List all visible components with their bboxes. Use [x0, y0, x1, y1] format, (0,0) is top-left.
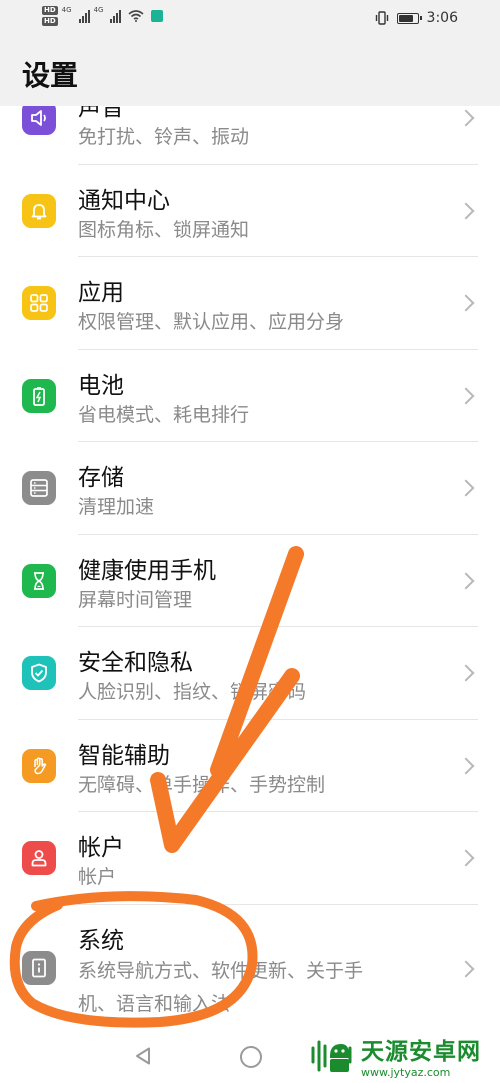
android-logo-icon — [311, 1040, 352, 1072]
speaker-icon — [22, 101, 56, 135]
settings-item-subtitle: 屏幕时间管理 — [78, 588, 193, 611]
storage-icon — [22, 471, 56, 505]
chevron-right-icon — [457, 387, 475, 404]
home-button[interactable] — [240, 1046, 262, 1068]
settings-item-storage[interactable]: 存储 清理加速 — [0, 442, 500, 535]
settings-item-title: 电池 — [78, 372, 124, 399]
shield-icon — [22, 656, 56, 690]
signal-icon — [110, 9, 122, 23]
chevron-right-icon — [457, 664, 475, 682]
notification-app-icon — [151, 10, 164, 22]
hd-badge: HD — [42, 17, 58, 26]
settings-item-title: 安全和隐私 — [78, 650, 193, 676]
status-bar: HD HD 4G 4G 3:06 — [0, 0, 500, 40]
battery-icon — [22, 378, 56, 413]
settings-header: 设置 — [0, 40, 500, 106]
chevron-right-icon — [457, 572, 475, 589]
settings-list[interactable]: 声音 免打扰、铃声、振动 通知中心 图标角标、锁屏通知 应用 权限管理、默认应用… — [0, 72, 500, 1025]
settings-item-title: 智能辅助 — [78, 742, 170, 769]
bell-icon — [22, 193, 56, 228]
settings-item-subtitle: 帐户 — [78, 866, 117, 888]
settings-item-subtitle: 省电模式、耗电排行 — [78, 403, 250, 426]
hd-badge: HD — [42, 6, 58, 15]
settings-item-subtitle: 清理加速 — [78, 496, 155, 518]
back-button[interactable] — [133, 1046, 153, 1066]
network-type-label: 4G — [93, 6, 104, 14]
settings-item-title: 帐户 — [78, 835, 124, 861]
signal-icon — [78, 9, 90, 23]
battery-status-icon — [396, 12, 422, 24]
settings-item-title: 通知中心 — [78, 187, 170, 214]
settings-item-subtitle-line2: 机、语言和输入法 — [78, 992, 231, 1015]
chevron-right-icon — [457, 202, 475, 219]
settings-item-subtitle: 系统导航方式、软件更新、关于手 — [78, 959, 364, 982]
chevron-right-icon — [457, 294, 475, 312]
settings-item-system[interactable]: 系统 系统导航方式、软件更新、关于手 机、语言和输入法 — [0, 905, 500, 1025]
settings-item-subtitle: 图标角标、锁屏通知 — [78, 218, 250, 241]
system-info-icon — [22, 950, 56, 985]
settings-item-subtitle: 免打扰、铃声、振动 — [78, 126, 250, 148]
chevron-right-icon — [457, 960, 475, 977]
settings-item-title: 系统 — [78, 927, 124, 954]
status-bar-left: HD HD 4G 4G — [42, 6, 164, 26]
page-title: 设置 — [22, 59, 79, 92]
chevron-right-icon — [457, 849, 475, 867]
settings-item-accounts[interactable]: 帐户 帐户 — [0, 812, 500, 905]
watermark-url: www.jytyaz.com — [361, 1066, 451, 1079]
account-icon — [22, 841, 56, 875]
settings-item-apps[interactable]: 应用 权限管理、默认应用、应用分身 — [0, 257, 500, 350]
chevron-right-icon — [457, 109, 475, 127]
settings-item-accessibility[interactable]: 智能辅助 无障碍、单手操作、手势控制 — [0, 720, 500, 812]
hand-icon — [22, 748, 56, 783]
hourglass-icon — [22, 563, 56, 598]
chevron-right-icon — [457, 479, 475, 497]
settings-item-title: 存储 — [78, 465, 124, 491]
watermark: 天源安卓网 www.jytyaz.com — [305, 1028, 500, 1083]
settings-item-battery[interactable]: 电池 省电模式、耗电排行 — [0, 350, 500, 442]
settings-item-subtitle: 权限管理、默认应用、应用分身 — [78, 311, 345, 333]
wifi-icon — [128, 10, 144, 22]
settings-item-subtitle: 人脸识别、指纹、锁屏密码 — [78, 681, 307, 703]
chevron-right-icon — [457, 757, 475, 774]
settings-item-subtitle: 无障碍、单手操作、手势控制 — [78, 773, 326, 796]
settings-item-digital-balance[interactable]: 健康使用手机 屏幕时间管理 — [0, 535, 500, 627]
watermark-name: 天源安卓网 — [361, 1039, 481, 1065]
status-bar-right: 3:06 — [375, 10, 458, 26]
network-type-label: 4G — [61, 6, 72, 14]
settings-item-title: 应用 — [78, 280, 124, 306]
settings-item-notifications[interactable]: 通知中心 图标角标、锁屏通知 — [0, 165, 500, 257]
settings-item-security[interactable]: 安全和隐私 人脸识别、指纹、锁屏密码 — [0, 627, 500, 720]
vibrate-icon — [375, 11, 388, 25]
apps-grid-icon — [22, 286, 56, 320]
clock: 3:06 — [426, 10, 458, 26]
settings-item-title: 健康使用手机 — [78, 557, 216, 584]
